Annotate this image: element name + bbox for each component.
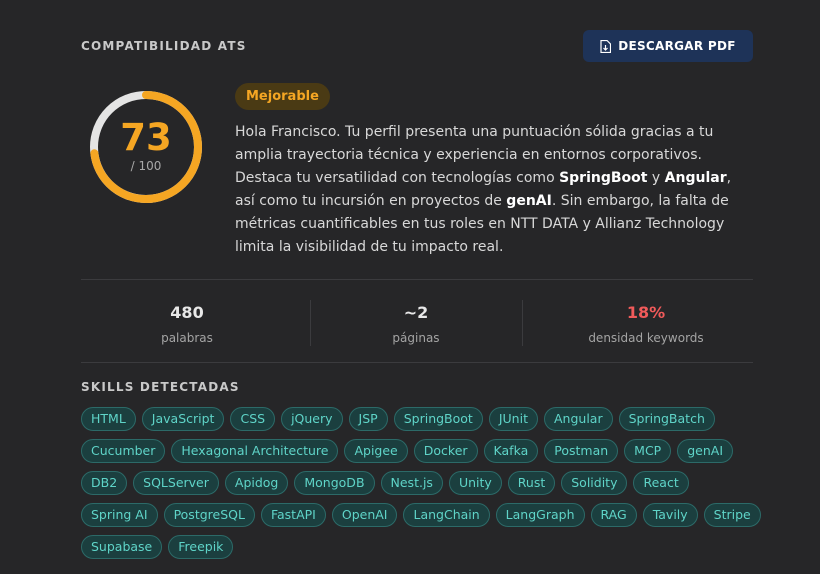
skill-chip: LangGraph xyxy=(495,503,585,527)
score-value: 73 xyxy=(120,116,172,159)
skill-chip: SpringBatch xyxy=(618,407,715,431)
stat-keyword-density: 18% densidad keywords xyxy=(566,302,726,346)
skill-chip: Stripe xyxy=(703,503,761,527)
stat-value: 18% xyxy=(626,303,666,322)
skill-chip: OpenAI xyxy=(331,503,398,527)
download-pdf-label: DESCARGAR PDF xyxy=(618,39,736,53)
stat-label: densidad keywords xyxy=(588,331,704,345)
skill-chip: JSP xyxy=(348,407,388,431)
skill-chip: Cucumber xyxy=(81,439,166,463)
skill-chip: Unity xyxy=(448,471,502,495)
skill-chip: HTML xyxy=(81,407,136,431)
skill-chip: Nest.js xyxy=(380,471,443,495)
skill-chip: Spring AI xyxy=(81,503,158,527)
skill-chip: Hexagonal Architecture xyxy=(171,439,339,463)
divider xyxy=(81,362,753,363)
stat-value: 480 xyxy=(170,303,204,322)
section-title: COMPATIBILIDAD ATS xyxy=(81,39,247,53)
download-pdf-button[interactable]: DESCARGAR PDF xyxy=(583,30,753,62)
skills-title: SKILLS DETECTADAS xyxy=(81,380,240,394)
stat-label: palabras xyxy=(161,331,213,345)
skill-chip: Tavily xyxy=(642,503,698,527)
skill-chip: Kafka xyxy=(483,439,539,463)
stat-label: páginas xyxy=(392,331,440,345)
skill-chip: genAI xyxy=(677,439,734,463)
score-max: / 100 xyxy=(130,159,162,173)
stat-separator xyxy=(522,300,523,346)
status-badge: Mejorable xyxy=(235,83,330,110)
skill-chip: DB2 xyxy=(81,471,128,495)
stat-words: 480 palabras xyxy=(137,302,237,346)
summary-text: Hola Francisco. Tu perfil presenta una p… xyxy=(235,124,732,255)
stat-separator xyxy=(310,300,311,346)
skill-chip: Angular xyxy=(543,407,613,431)
skill-chip: Apidog xyxy=(224,471,289,495)
keyword-highlight: Angular xyxy=(664,170,727,186)
skill-chip: Supabase xyxy=(81,535,163,559)
skill-chip: Solidity xyxy=(561,471,628,495)
stat-value: ~2 xyxy=(403,303,429,322)
skill-chip: FastAPI xyxy=(260,503,326,527)
skill-chip: LangChain xyxy=(403,503,490,527)
score-gauge: 73 / 100 xyxy=(89,90,203,204)
skill-chip: jQuery xyxy=(281,407,343,431)
skill-chip: SpringBoot xyxy=(393,407,483,431)
skill-chip: React xyxy=(633,471,689,495)
skill-chip: Postman xyxy=(544,439,619,463)
stat-pages: ~2 páginas xyxy=(366,302,466,346)
skill-chip: MCP xyxy=(624,439,672,463)
keyword-highlight: genAI xyxy=(506,193,552,209)
divider xyxy=(81,279,753,280)
skill-chip: MongoDB xyxy=(294,471,375,495)
skill-chip: Apigee xyxy=(344,439,408,463)
skills-list: HTML JavaScript CSS jQuery JSP SpringBoot JUni… xyxy=(81,407,761,559)
skill-chip: JUnit xyxy=(488,407,538,431)
skill-chip: PostgreSQL xyxy=(163,503,255,527)
skill-chip: Freepik xyxy=(168,535,234,559)
skill-chip: SQLServer xyxy=(133,471,219,495)
keyword-highlight: SpringBoot xyxy=(559,170,648,186)
skill-chip: Docker xyxy=(413,439,478,463)
skill-chip: Rust xyxy=(507,471,556,495)
skill-chip: JavaScript xyxy=(141,407,225,431)
file-download-icon xyxy=(600,39,612,53)
skill-chip: RAG xyxy=(590,503,637,527)
skill-chip: CSS xyxy=(230,407,276,431)
